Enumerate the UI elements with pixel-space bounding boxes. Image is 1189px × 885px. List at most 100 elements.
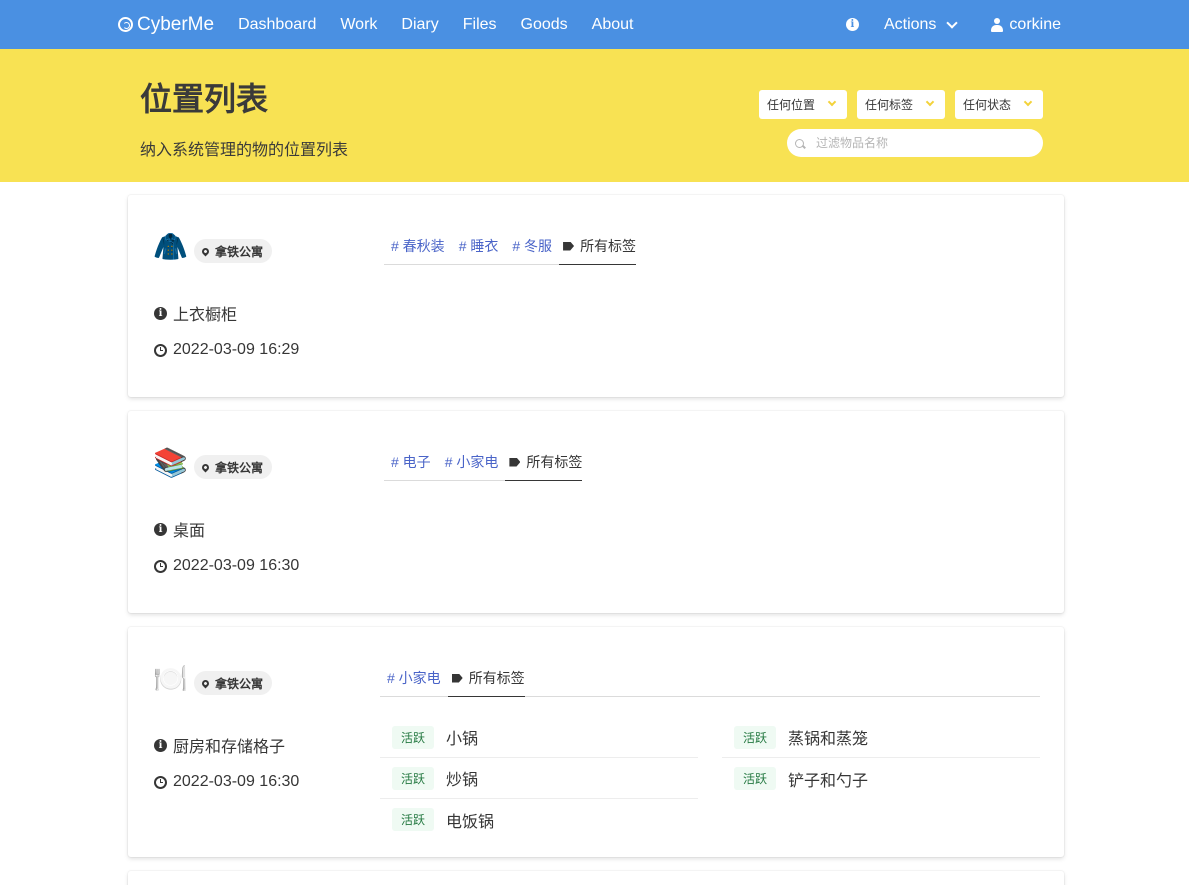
- tab-all-tags[interactable]: 所有标签: [559, 236, 637, 265]
- tab-tag[interactable]: # 冬服: [505, 236, 559, 264]
- goods-item[interactable]: 活跃 蒸锅和蒸笼: [722, 717, 1040, 758]
- goods-name: 小锅: [446, 731, 479, 748]
- status-filter-select[interactable]: 任何状态: [955, 90, 1043, 119]
- tab-all-tags[interactable]: 所有标签: [505, 452, 583, 481]
- nav-item-diary[interactable]: Diary: [401, 16, 438, 34]
- page-title: 位置列表: [140, 81, 269, 117]
- tags-icon: [451, 673, 463, 683]
- coat-icon: 🧥: [153, 231, 188, 262]
- location-card: 📚 拿铁公寓 # 电子 # 小家电 所有标签 i 桌面 2022-03-09 1…: [128, 411, 1064, 613]
- location-time: 2022-03-09 16:30: [173, 773, 300, 790]
- nav-item-dashboard[interactable]: Dashboard: [238, 16, 316, 34]
- chevron-down-icon: [946, 16, 959, 29]
- tab-tag[interactable]: # 小家电: [438, 452, 506, 480]
- map-pin-icon: [200, 678, 211, 688]
- goods-item[interactable]: 活跃 炒锅: [380, 758, 698, 799]
- goods-item[interactable]: 活跃 小锅: [380, 717, 698, 758]
- location-time-row: 2022-03-09 16:30: [154, 773, 299, 791]
- brand-name: CyberMe: [137, 13, 215, 35]
- goods-name: 炒锅: [446, 772, 479, 789]
- nav-right: i Actions corkine: [845, 0, 1061, 49]
- nav-item-goods[interactable]: Goods: [521, 16, 568, 34]
- location-tag[interactable]: 拿铁公寓: [194, 671, 273, 695]
- goods-item[interactable]: 活跃 铲子和勺子: [722, 758, 1040, 799]
- brand-link[interactable]: CyberMe: [118, 14, 214, 36]
- map-pin-icon: [200, 462, 211, 472]
- page-subtitle: 纳入系统管理的物的位置列表: [140, 142, 349, 159]
- tab-all-tags[interactable]: 所有标签: [447, 668, 525, 697]
- info-icon: i: [154, 306, 167, 320]
- location-time-row: 2022-03-09 16:29: [154, 341, 299, 359]
- tab-tag[interactable]: # 电子: [384, 452, 438, 480]
- location-name: 桌面: [173, 523, 206, 540]
- tag-filter-label: 任何标签: [865, 98, 914, 112]
- chevron-down-icon: [925, 97, 935, 107]
- location-card: 🍽️ 拿铁公寓 # 小家电 所有标签 i 厨房和存储格子 2022-03-09 …: [128, 627, 1064, 857]
- tag-tabs: # 春秋装 # 睡衣 # 冬服 所有标签: [384, 232, 637, 265]
- location-name: 厨房和存储格子: [173, 739, 286, 756]
- tag-tabs: # 小家电 所有标签: [380, 664, 1040, 697]
- search-input[interactable]: [816, 136, 1036, 150]
- location-time: 2022-03-09 16:29: [173, 341, 300, 358]
- chevron-down-icon: [1023, 97, 1033, 107]
- tags-icon: [509, 457, 521, 467]
- map-pin-icon: [200, 246, 211, 256]
- user-icon: [991, 17, 1004, 32]
- search-icon: [795, 138, 804, 148]
- nav-item-work[interactable]: Work: [340, 16, 377, 34]
- nav-left: CyberMe Dashboard Work Diary Files Goods…: [118, 0, 657, 49]
- tag-filter-select[interactable]: 任何标签: [857, 90, 945, 119]
- clock-icon: [154, 559, 167, 573]
- location-tag[interactable]: 拿铁公寓: [194, 239, 273, 263]
- location-filter-label: 任何位置: [767, 98, 816, 112]
- info-icon: i: [154, 522, 167, 536]
- navbar: CyberMe Dashboard Work Diary Files Goods…: [0, 0, 1189, 49]
- status-badge: 活跃: [392, 808, 435, 831]
- location-tag-label: 拿铁公寓: [215, 676, 264, 691]
- actions-label: Actions: [883, 15, 937, 33]
- location-name-row: i 桌面: [154, 517, 205, 541]
- nav-item-about[interactable]: About: [592, 16, 634, 34]
- location-tag[interactable]: 拿铁公寓: [194, 455, 273, 479]
- chevron-down-icon: [827, 97, 837, 107]
- status-badge: 活跃: [392, 725, 435, 749]
- tab-all-tags-label: 所有标签: [580, 238, 637, 254]
- status-filter-label: 任何状态: [963, 98, 1012, 112]
- brand-logo-icon: [118, 17, 133, 32]
- clock-icon: [154, 775, 167, 789]
- tab-all-tags-label: 所有标签: [468, 670, 525, 686]
- status-badge: 活跃: [734, 725, 777, 749]
- plate-icon: 🍽️: [153, 663, 188, 694]
- location-name-row: i 厨房和存储格子: [154, 733, 285, 757]
- goods-name: 铲子和勺子: [788, 772, 869, 790]
- info-icon[interactable]: i: [845, 18, 859, 31]
- hero-banner: 位置列表 纳入系统管理的物的位置列表 任何位置 任何标签 任何状态: [0, 49, 1189, 182]
- goods-item[interactable]: 活跃 电饭锅: [380, 799, 698, 840]
- goods-name: 电饭锅: [446, 813, 495, 831]
- location-card: [128, 871, 1064, 885]
- location-tag-label: 拿铁公寓: [215, 244, 264, 259]
- tab-tag[interactable]: # 春秋装: [384, 236, 452, 264]
- tab-tag[interactable]: # 小家电: [380, 668, 448, 696]
- goods-name: 蒸锅和蒸笼: [788, 731, 869, 748]
- actions-dropdown[interactable]: Actions: [883, 15, 959, 34]
- status-badge: 活跃: [392, 766, 435, 790]
- location-card: 🧥 拿铁公寓 # 春秋装 # 睡衣 # 冬服 所有标签 i 上衣橱柜 2022-…: [128, 195, 1064, 397]
- location-name: 上衣橱柜: [173, 307, 238, 324]
- tab-tag[interactable]: # 睡衣: [452, 236, 506, 264]
- location-name-row: i 上衣橱柜: [154, 301, 237, 325]
- location-tag-label: 拿铁公寓: [215, 460, 264, 475]
- info-icon: i: [154, 738, 167, 752]
- location-filter-select[interactable]: 任何位置: [759, 90, 847, 119]
- tag-tabs: # 电子 # 小家电 所有标签: [384, 448, 583, 481]
- nav-item-files[interactable]: Files: [463, 16, 497, 34]
- tab-all-tags-label: 所有标签: [526, 454, 583, 470]
- search-box: [787, 129, 1043, 157]
- status-badge: 活跃: [734, 767, 777, 790]
- username: corkine: [1009, 15, 1061, 33]
- user-menu[interactable]: corkine: [991, 16, 1061, 34]
- books-icon: 📚: [153, 447, 188, 478]
- location-time: 2022-03-09 16:30: [173, 557, 300, 574]
- tags-icon: [563, 241, 575, 251]
- clock-icon: [154, 343, 167, 357]
